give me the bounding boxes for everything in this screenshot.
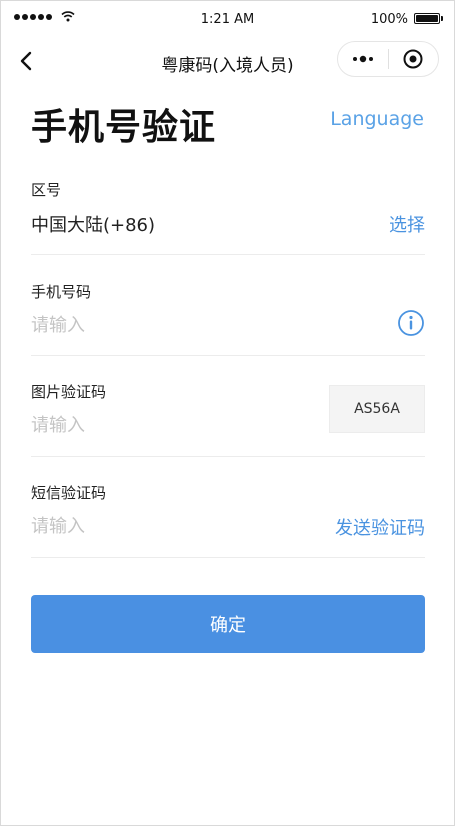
language-link[interactable]: Language — [330, 108, 424, 130]
close-mini-program-button[interactable] — [389, 42, 439, 76]
phone-frame: 1:21 AM 100% 粤康码(入境人员) 手机号验证 Language 区号… — [0, 0, 455, 826]
confirm-button[interactable]: 确定 — [31, 595, 425, 653]
image-captcha-label: 图片验证码 — [31, 383, 107, 401]
status-bar: 1:21 AM 100% — [1, 1, 454, 41]
captcha-image[interactable]: AS56A — [329, 385, 425, 433]
battery-level-fill — [416, 15, 438, 22]
battery-icon — [414, 13, 440, 24]
battery-tip — [441, 16, 443, 21]
region-label: 区号 — [31, 181, 62, 199]
phone-input[interactable] — [31, 311, 291, 339]
divider — [31, 456, 425, 457]
region-select-button[interactable]: 选择 — [389, 211, 425, 237]
image-captcha-input[interactable] — [31, 411, 291, 439]
image-captcha-field: 图片验证码 AS56A — [31, 381, 425, 443]
target-circle-icon — [403, 49, 423, 69]
more-menu-button[interactable] — [338, 42, 388, 76]
navigation-bar: 粤康码(入境人员) — [1, 41, 454, 81]
more-dots-icon — [352, 55, 373, 63]
sms-code-input[interactable] — [31, 512, 291, 540]
battery-percent: 100% — [370, 12, 408, 27]
sms-code-field: 短信验证码 发送验证码 — [31, 482, 425, 544]
send-code-button[interactable]: 发送验证码 — [335, 514, 425, 540]
sms-code-label: 短信验证码 — [31, 484, 107, 502]
mini-program-capsule — [337, 41, 439, 77]
region-value: 中国大陆(+86) — [31, 215, 156, 236]
divider — [31, 254, 425, 255]
region-field: 区号 中国大陆(+86) 选择 — [31, 179, 425, 239]
phone-field: 手机号码 — [31, 281, 425, 343]
divider — [31, 557, 425, 558]
page-title: 手机号验证 — [31, 107, 217, 148]
info-circle-icon[interactable] — [397, 309, 425, 337]
divider — [31, 355, 425, 356]
phone-label: 手机号码 — [31, 283, 92, 301]
